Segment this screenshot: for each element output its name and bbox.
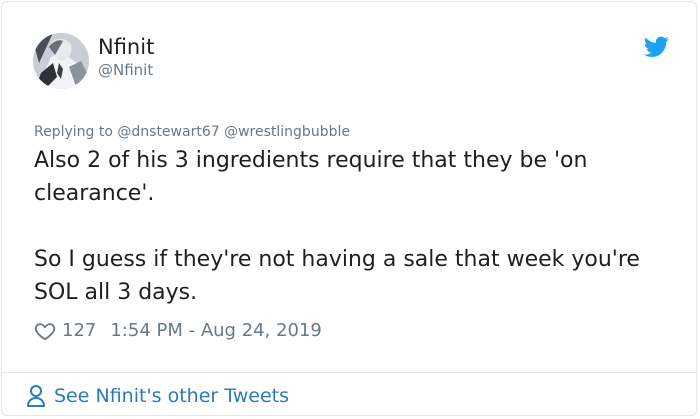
see-other-tweets-link[interactable]: See Nfinit's other Tweets bbox=[26, 383, 289, 409]
embedded-tweet-card: Nfinit @Nfinit Replying to @dnstewart67 … bbox=[1, 1, 697, 416]
tweet-timestamp[interactable]: 1:54 PM - Aug 24, 2019 bbox=[110, 319, 322, 343]
mention-link-wrestlingbubble[interactable]: @wrestlingbubble bbox=[224, 124, 350, 140]
like-count[interactable]: 127 bbox=[62, 319, 96, 343]
user-handle[interactable]: @Nfinit bbox=[98, 60, 153, 80]
footer-divider bbox=[2, 372, 696, 373]
twitter-bird-icon[interactable] bbox=[644, 36, 669, 58]
heart-icon[interactable] bbox=[34, 320, 56, 342]
tweet-text: Also 2 of his 3 ingredients require that… bbox=[34, 148, 640, 305]
display-name[interactable]: Nfinit bbox=[98, 34, 154, 60]
mention-link-dnstewart67[interactable]: @dnstewart67 bbox=[117, 124, 219, 140]
user-icon bbox=[27, 385, 45, 407]
avatar-image bbox=[33, 33, 89, 89]
tweet-meta: 127 1:54 PM - Aug 24, 2019 bbox=[34, 319, 322, 343]
avatar[interactable] bbox=[33, 33, 89, 89]
reply-context: Replying to @dnstewart67 @wrestlingbubbl… bbox=[34, 123, 350, 141]
see-other-tweets-label: See Nfinit's other Tweets bbox=[54, 385, 289, 407]
reply-prefix: Replying to bbox=[34, 124, 113, 140]
